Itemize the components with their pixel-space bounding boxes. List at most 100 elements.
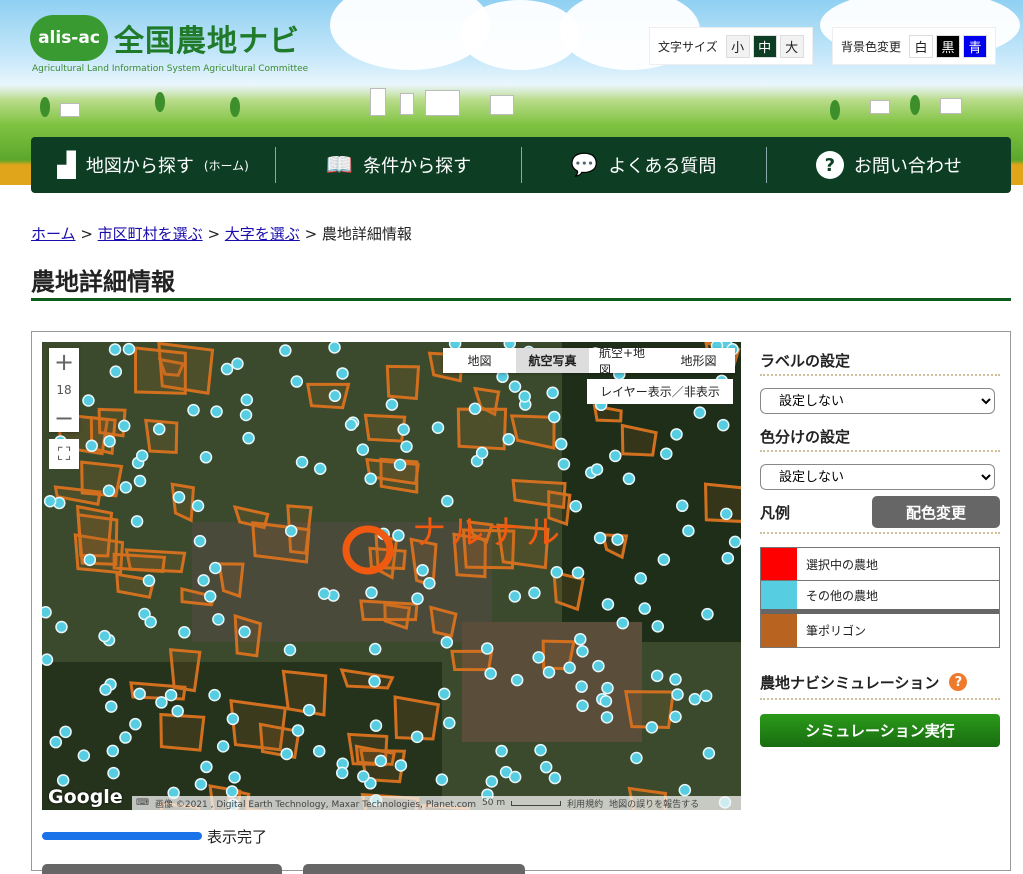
farmland-marker[interactable] — [630, 751, 643, 765]
farmland-marker[interactable] — [688, 692, 702, 706]
farmland-marker[interactable] — [393, 458, 407, 472]
farmland-marker[interactable] — [103, 435, 116, 448]
farmland-marker[interactable] — [42, 606, 52, 619]
farmland-marker[interactable] — [438, 687, 451, 701]
farmland-marker[interactable] — [431, 421, 445, 434]
farmland-marker[interactable] — [443, 716, 456, 730]
farmland-marker[interactable] — [193, 534, 207, 548]
field-polygon[interactable] — [159, 712, 206, 752]
farmland-marker[interactable] — [484, 667, 497, 680]
farmland-marker[interactable] — [528, 586, 541, 600]
farmland-marker[interactable] — [368, 642, 382, 656]
farmland-marker[interactable] — [130, 515, 144, 528]
farmland-marker[interactable] — [611, 533, 624, 546]
farmland-marker[interactable] — [108, 343, 122, 356]
farmland-marker[interactable] — [574, 633, 587, 646]
farmland-marker[interactable] — [410, 730, 424, 744]
farmland-marker[interactable] — [106, 744, 120, 758]
farmland-marker[interactable] — [82, 394, 95, 407]
farmland-marker[interactable] — [242, 431, 255, 445]
farmland-marker[interactable] — [178, 626, 191, 639]
field-polygon[interactable] — [429, 605, 458, 638]
run-simulation-button[interactable]: シミュレーション実行 — [760, 714, 1000, 747]
farmland-marker[interactable] — [280, 747, 293, 761]
farmland-marker[interactable] — [721, 551, 735, 565]
field-polygon[interactable] — [80, 460, 124, 498]
farmland-marker[interactable] — [133, 687, 146, 701]
terms-link[interactable]: 利用規約 — [567, 797, 603, 810]
farmland-marker[interactable] — [518, 390, 531, 403]
farmland-marker[interactable] — [336, 367, 349, 380]
farmland-marker[interactable] — [650, 669, 664, 683]
farmland-marker[interactable] — [220, 362, 234, 376]
farmland-marker[interactable] — [312, 744, 326, 758]
field-polygon[interactable] — [112, 552, 167, 574]
farmland-marker[interactable] — [638, 602, 652, 615]
bottom-button-2[interactable] — [303, 864, 525, 874]
farmland-marker[interactable] — [142, 574, 156, 587]
field-polygon[interactable] — [359, 599, 419, 622]
farmland-marker[interactable] — [657, 553, 671, 566]
farmland-marker[interactable] — [671, 688, 684, 701]
layer-toggle-button[interactable]: レイヤー表示／非表示 — [587, 379, 733, 404]
farmland-marker[interactable] — [374, 754, 388, 768]
farmland-marker[interactable] — [475, 446, 489, 460]
farmland-marker[interactable] — [313, 462, 327, 476]
farmland-marker[interactable] — [669, 710, 682, 724]
map-scale[interactable]: 50 m — [482, 798, 505, 808]
nav-contact[interactable]: ? お問い合わせ — [767, 147, 1011, 183]
farmland-marker[interactable] — [129, 717, 142, 731]
farmland-marker[interactable] — [702, 747, 716, 760]
farmland-marker[interactable] — [317, 587, 331, 600]
map-type-satellite[interactable]: 航空写真 — [516, 348, 589, 373]
breadcrumb-city[interactable]: 市区町村を選ぶ — [98, 225, 203, 243]
farmland-marker[interactable] — [397, 423, 410, 436]
farmland-marker[interactable] — [510, 673, 524, 687]
farmland-marker[interactable] — [99, 683, 112, 696]
farmland-marker[interactable] — [284, 524, 298, 538]
farmland-marker[interactable] — [291, 724, 305, 737]
farmland-marker[interactable] — [295, 455, 309, 469]
help-icon[interactable]: ? — [949, 673, 968, 691]
recolor-button[interactable]: 配色変更 — [872, 496, 1000, 528]
farmland-marker[interactable] — [171, 704, 184, 718]
farmland-marker[interactable] — [682, 524, 695, 538]
farmland-marker[interactable] — [495, 744, 508, 758]
field-polygon[interactable] — [217, 562, 245, 599]
farmland-marker[interactable] — [119, 731, 132, 744]
farmland-marker[interactable] — [328, 342, 341, 354]
farmland-marker[interactable] — [226, 712, 240, 726]
farmland-marker[interactable] — [571, 566, 585, 580]
color-setting-select[interactable]: 設定しない — [760, 464, 995, 490]
farmland-marker[interactable] — [480, 642, 494, 655]
farmland-marker[interactable] — [210, 405, 223, 418]
farmland-marker[interactable] — [203, 590, 217, 603]
field-polygon[interactable] — [76, 504, 114, 558]
nav-map-search[interactable]: ▟ 地図から探す (ホーム) — [31, 147, 277, 183]
farmland-marker[interactable] — [107, 766, 120, 780]
farmland-marker[interactable] — [616, 616, 629, 630]
farmland-marker[interactable] — [576, 645, 589, 658]
farmland-marker[interactable] — [411, 592, 424, 605]
farmland-marker[interactable] — [335, 766, 349, 780]
farmland-marker[interactable] — [152, 422, 166, 436]
farmland-marker[interactable] — [592, 659, 605, 673]
field-polygon[interactable] — [385, 364, 421, 401]
farmland-marker[interactable] — [548, 771, 562, 785]
satellite-map[interactable] — [42, 342, 741, 810]
farmland-marker[interactable] — [701, 607, 714, 621]
farmland-marker[interactable] — [609, 449, 622, 463]
farmland-marker[interactable] — [122, 342, 136, 356]
farmland-marker[interactable] — [675, 499, 689, 513]
farmland-marker[interactable] — [468, 402, 482, 415]
farmland-marker[interactable] — [98, 629, 111, 643]
farmland-marker[interactable] — [485, 775, 499, 788]
farmland-marker[interactable] — [575, 680, 588, 693]
farmland-marker[interactable] — [660, 447, 673, 460]
farmland-marker[interactable] — [83, 553, 97, 567]
zoom-in-button[interactable]: + — [54, 348, 74, 376]
farmland-marker[interactable] — [717, 418, 730, 432]
field-polygon[interactable] — [305, 382, 351, 410]
breadcrumb-home[interactable]: ホーム — [31, 225, 76, 243]
nav-condition-search[interactable]: 📖 条件から探す — [276, 147, 522, 183]
